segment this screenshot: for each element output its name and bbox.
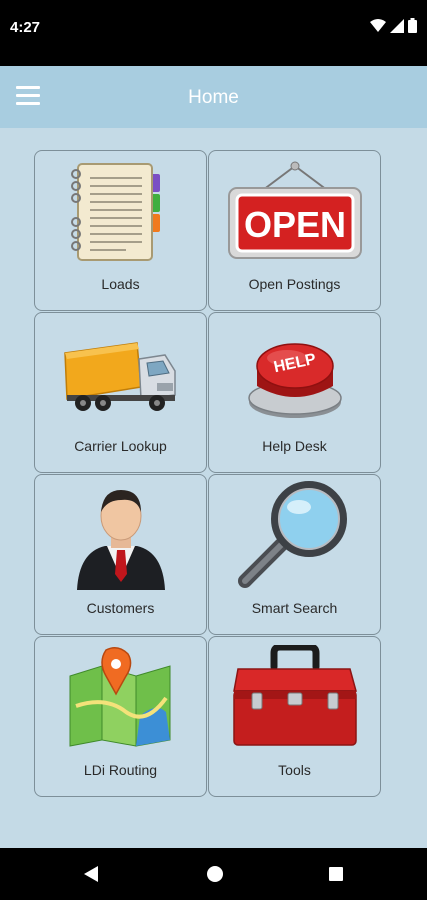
tile-label: LDi Routing [83, 762, 158, 778]
status-bar: 4:27 [0, 0, 427, 66]
magnifier-icon [237, 481, 347, 588]
tile-customers[interactable]: Customers [34, 474, 207, 635]
home-grid: Loads OPEN Open Postings Carrier Lookup … [0, 128, 427, 848]
open-sign-text: OPEN [243, 204, 345, 245]
home-icon[interactable] [205, 864, 225, 884]
tile-label: Open Postings [248, 276, 341, 292]
tile-label: Help Desk [262, 438, 327, 454]
tile-smart-search[interactable]: Smart Search [208, 474, 381, 635]
truck-icon [63, 342, 176, 411]
help-button-icon: HELP [247, 343, 342, 418]
back-icon[interactable] [82, 864, 100, 884]
app-bar: Home [0, 66, 427, 128]
tile-loads[interactable]: Loads [34, 150, 207, 311]
recents-icon[interactable] [327, 864, 345, 884]
tile-tools[interactable]: Tools [208, 636, 381, 797]
tile-help-desk[interactable]: HELP Help Desk [208, 312, 381, 473]
status-icons [370, 18, 417, 33]
wifi-icon [370, 18, 386, 32]
tile-label: Smart Search [251, 600, 338, 616]
notebook-icon [70, 163, 160, 261]
businessman-icon [76, 490, 165, 590]
status-time: 4:27 [10, 19, 41, 36]
tile-ldi-routing[interactable]: LDi Routing [34, 636, 207, 797]
tile-label: Loads [101, 276, 140, 292]
tile-open-postings[interactable]: OPEN Open Postings [208, 150, 381, 311]
tile-label: Tools [278, 762, 311, 778]
page-title: Home [188, 87, 239, 108]
battery-icon [408, 18, 417, 33]
signal-icon [390, 18, 404, 33]
open-sign-icon: OPEN [227, 161, 362, 259]
toolbox-icon [232, 645, 357, 746]
tile-label: Carrier Lookup [74, 438, 167, 454]
system-nav-bar [0, 848, 427, 900]
tile-carrier-lookup[interactable]: Carrier Lookup [34, 312, 207, 473]
tile-label: Customers [86, 600, 155, 616]
map-pin-icon [69, 647, 170, 747]
